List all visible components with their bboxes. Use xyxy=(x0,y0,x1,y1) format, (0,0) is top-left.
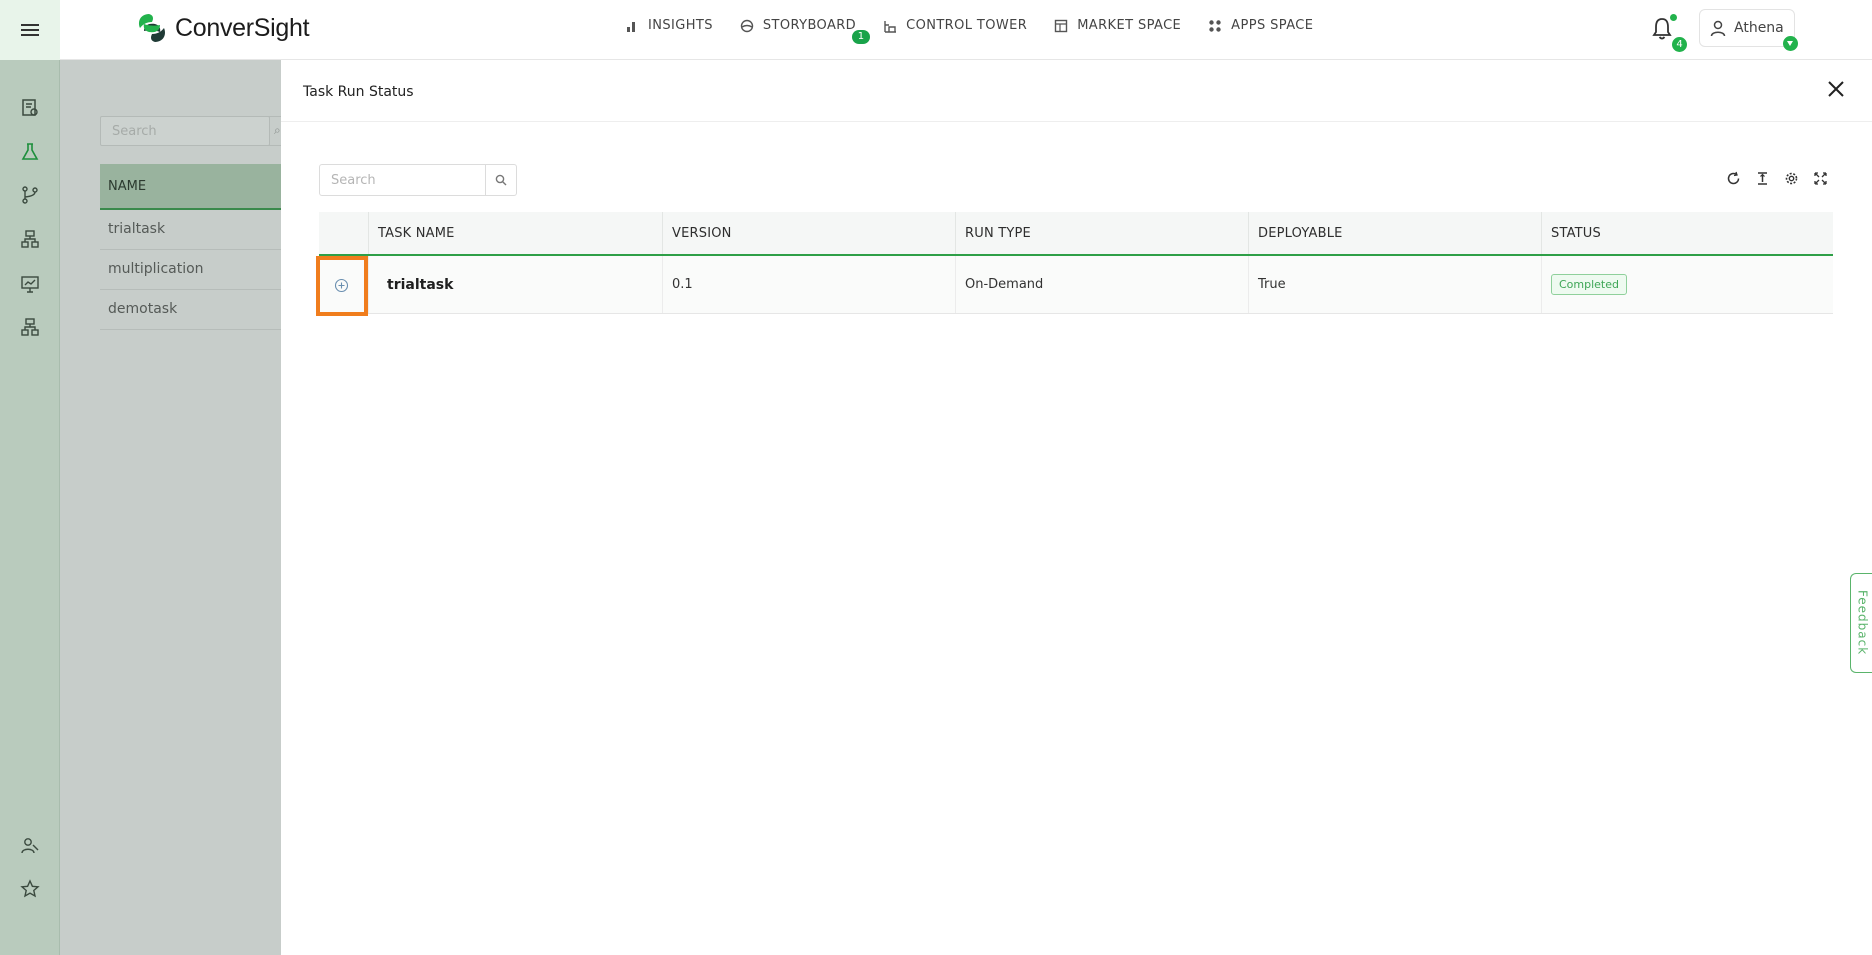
table-row[interactable]: trialtask 0.1 On-Demand True Completed xyxy=(319,256,1833,314)
user-menu[interactable]: Athena xyxy=(1699,9,1795,47)
tower-icon xyxy=(884,20,897,33)
feedback-label: Feedback xyxy=(1855,590,1870,656)
branch-icon[interactable] xyxy=(20,185,40,205)
background-table-header: NAME xyxy=(100,164,300,210)
background-list-item: trialtask xyxy=(100,210,300,250)
left-sidebar xyxy=(0,60,60,955)
users-admin-icon[interactable] xyxy=(20,836,40,856)
market-icon xyxy=(1054,19,1068,32)
table-toolbar xyxy=(1726,171,1828,186)
sitemap-icon[interactable] xyxy=(20,317,40,337)
search-icon xyxy=(495,174,507,186)
feedback-tab[interactable]: Feedback xyxy=(1850,573,1872,673)
notification-dot xyxy=(1670,14,1677,21)
presentation-chart-icon[interactable] xyxy=(20,274,40,294)
task-run-table: TASK NAME VERSION RUN TYPE DEPLOYABLE ST… xyxy=(319,212,1833,314)
background-search-input: Search xyxy=(100,116,270,146)
version-cell: 0.1 xyxy=(662,256,955,313)
expand-row-plus-icon[interactable] xyxy=(334,278,349,293)
deployable-cell: True xyxy=(1248,256,1541,313)
column-header-run-type[interactable]: RUN TYPE xyxy=(955,212,1248,254)
drawer-divider xyxy=(281,121,1872,122)
task-name-cell: trialtask xyxy=(368,256,662,313)
background-list-item: demotask xyxy=(100,290,300,330)
expand-cell xyxy=(319,256,368,313)
status-cell: Completed xyxy=(1541,256,1833,313)
expand-column-header xyxy=(319,212,368,254)
settings-gear-icon[interactable] xyxy=(1784,171,1799,186)
column-header-deployable[interactable]: DEPLOYABLE xyxy=(1248,212,1541,254)
document-search-icon[interactable] xyxy=(20,98,40,118)
star-icon[interactable] xyxy=(20,879,40,899)
column-header-task-name[interactable]: TASK NAME xyxy=(368,212,662,254)
nav-link-market-space[interactable]: MARKET SPACE xyxy=(1054,18,1181,33)
brand[interactable]: ConverSight xyxy=(135,11,310,45)
storyboard-count-badge: 1 xyxy=(852,30,871,44)
user-menu-caret-icon[interactable] xyxy=(1783,36,1798,51)
close-icon[interactable] xyxy=(1826,79,1846,99)
drawer-title: Task Run Status xyxy=(303,84,414,100)
nav-link-apps-space[interactable]: APPS SPACE xyxy=(1208,18,1313,33)
hamburger-menu-button[interactable] xyxy=(0,0,60,60)
background-list-item: multiplication xyxy=(100,250,300,290)
nav-link-label: CONTROL TOWER xyxy=(906,18,1028,33)
nav-link-label: STORYBOARD xyxy=(762,18,857,33)
column-header-status[interactable]: STATUS xyxy=(1541,212,1833,254)
status-badge: Completed xyxy=(1551,274,1627,295)
notification-count-badge: 4 xyxy=(1672,37,1687,52)
refresh-icon[interactable] xyxy=(1726,171,1741,186)
column-height-icon[interactable] xyxy=(1755,171,1770,186)
conversight-logo-icon xyxy=(139,14,165,42)
nav-link-control-tower[interactable]: CONTROL TOWER xyxy=(883,18,1027,33)
flask-icon[interactable] xyxy=(20,142,40,162)
user-name: Athena xyxy=(1734,20,1784,36)
nav-link-storyboard[interactable]: STORYBOARD 1 xyxy=(740,18,871,44)
table-header-row: TASK NAME VERSION RUN TYPE DEPLOYABLE ST… xyxy=(319,212,1833,256)
brand-name: ConverSight xyxy=(175,13,310,42)
task-run-status-drawer: Task Run Status Search TASK NAME VERSION… xyxy=(281,60,1872,955)
top-navigation-bar: ConverSight INSIGHTS STORYBOARD 1 CONTRO… xyxy=(0,0,1872,60)
nav-link-label: INSIGHTS xyxy=(648,18,713,33)
main-nav-links: INSIGHTS STORYBOARD 1 CONTROL TOWER MARK… xyxy=(625,18,1340,44)
apps-grid-icon xyxy=(1209,19,1221,32)
run-type-cell: On-Demand xyxy=(955,256,1248,313)
nav-link-label: APPS SPACE xyxy=(1231,18,1314,33)
nav-link-label: MARKET SPACE xyxy=(1077,18,1182,33)
hierarchy-icon[interactable] xyxy=(20,229,40,249)
user-icon xyxy=(1710,20,1726,36)
fullscreen-icon[interactable] xyxy=(1813,171,1828,186)
nav-link-insights[interactable]: INSIGHTS xyxy=(625,18,713,33)
search-input[interactable]: Search xyxy=(319,164,486,196)
column-header-version[interactable]: VERSION xyxy=(662,212,955,254)
bar-chart-icon xyxy=(627,21,635,32)
search-button[interactable] xyxy=(485,164,517,196)
storyboard-icon xyxy=(740,19,754,32)
